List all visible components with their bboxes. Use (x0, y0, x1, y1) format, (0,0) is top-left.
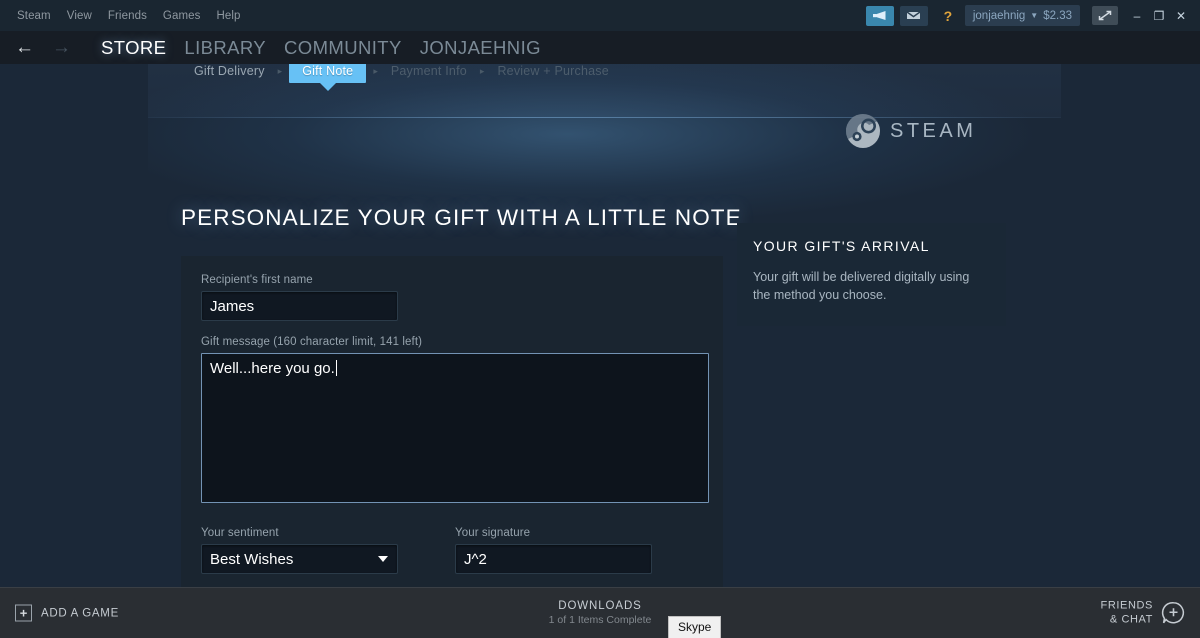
breadcrumb-step-payment-info: Payment Info (390, 64, 467, 78)
gift-message-group: Gift message (160 character limit, 141 l… (201, 336, 709, 503)
breadcrumb-separator: ▸ (277, 65, 283, 76)
menu-item-view[interactable]: View (59, 7, 100, 25)
add-a-game-button[interactable]: + ADD A GAME (15, 604, 119, 622)
title-bar: Steam View Friends Games Help ? jonjaehn… (0, 0, 1200, 31)
signature-field-group: Your signature (455, 527, 652, 574)
steam-wordmark: STEAM (890, 119, 977, 142)
add-a-game-label: ADD A GAME (41, 607, 119, 619)
breadcrumb-separator: ▸ (373, 65, 378, 76)
gift-arrival-title: YOUR GIFT'S ARRIVAL (753, 238, 930, 254)
skype-taskbar-item[interactable]: Skype (668, 616, 722, 638)
title-bar-actions: ? jonjaehnig ▼ $2.33 – ❐ ✕ (863, 0, 1200, 31)
signature-input[interactable] (455, 544, 652, 574)
fullscreen-glyph (1098, 10, 1112, 21)
nav-link-store[interactable]: STORE (101, 37, 166, 59)
friends-and-chat-button[interactable]: FRIENDS & CHAT (1101, 599, 1186, 627)
gift-message-text: Well...here you go. (210, 360, 335, 377)
breadcrumb-step-review-purchase: Review + Purchase (497, 64, 609, 78)
sentiment-field-group: Your sentiment Best Wishes (201, 527, 398, 574)
form-bottom-row: Your sentiment Best Wishes Your signatur… (201, 527, 703, 574)
account-menu[interactable]: jonjaehnig ▼ $2.33 (964, 5, 1080, 26)
friends-label-line2: & CHAT (1109, 613, 1153, 625)
status-bar: + ADD A GAME DOWNLOADS 1 of 1 Items Comp… (0, 587, 1200, 638)
gift-arrival-body: Your gift will be delivered digitally us… (753, 270, 970, 303)
account-balance: $2.33 (1043, 9, 1072, 22)
friends-and-chat-label: FRIENDS & CHAT (1101, 599, 1153, 627)
sentiment-select[interactable]: Best Wishes (201, 544, 398, 574)
breadcrumb-step-gift-delivery[interactable]: Gift Delivery (188, 64, 271, 81)
megaphone-icon[interactable] (865, 5, 894, 26)
breadcrumb: Gift Delivery ▸ Gift Note ▸ Payment Info… (148, 64, 1061, 88)
gift-note-form: Recipient's first name Gift message (160… (181, 256, 723, 587)
gift-arrival-panel: YOUR GIFT'S ARRIVAL Your gift will be de… (737, 223, 1006, 326)
sentiment-value: Best Wishes (210, 550, 294, 568)
downloads-title: DOWNLOADS (558, 600, 642, 612)
breadcrumb-separator: ▸ (479, 65, 485, 76)
nav-link-community[interactable]: COMMUNITY (284, 37, 402, 59)
close-button[interactable]: ✕ (1170, 0, 1192, 31)
chat-plus-icon (1161, 602, 1185, 624)
page-content: Gift Delivery ▸ Gift Note ▸ Payment Info… (0, 64, 1200, 587)
steam-logo-icon (846, 113, 880, 148)
envelope-glyph (906, 11, 921, 19)
plus-icon: + (15, 604, 32, 622)
minimize-button[interactable]: – (1126, 0, 1148, 31)
recipient-field-group: Recipient's first name (201, 274, 703, 321)
envelope-icon[interactable] (899, 5, 928, 26)
breadcrumb-step-gift-note[interactable]: Gift Note (289, 64, 367, 83)
downloads-detail: 1 of 1 Items Complete (548, 614, 652, 626)
signature-label: Your signature (455, 527, 531, 539)
friends-label-line1: FRIENDS (1100, 599, 1153, 612)
nav-link-profile[interactable]: JONJAEHNIG (420, 37, 541, 59)
menu-bar: Steam View Friends Games Help (0, 7, 249, 25)
forward-arrow-icon[interactable]: → (46, 38, 77, 57)
recipient-name-label: Recipient's first name (201, 274, 313, 286)
nav-link-library[interactable]: LIBRARY (184, 37, 266, 59)
chevron-down-icon (378, 556, 388, 562)
downloads-status[interactable]: DOWNLOADS 1 of 1 Items Complete (549, 600, 652, 626)
recipient-name-input[interactable] (201, 291, 398, 321)
maximize-button[interactable]: ❐ (1148, 0, 1170, 31)
back-arrow-icon[interactable]: ← (9, 38, 40, 57)
text-cursor (335, 360, 337, 376)
megaphone-glyph (873, 11, 886, 20)
navigation-bar: ← → STORE LIBRARY COMMUNITY JONJAEHNIG (0, 31, 1200, 64)
sentiment-label: Your sentiment (201, 527, 279, 539)
menu-item-friends[interactable]: Friends (100, 7, 155, 25)
fullscreen-icon[interactable] (1092, 6, 1118, 25)
page-title: PERSONALIZE YOUR GIFT WITH A LITTLE NOTE (181, 205, 742, 230)
menu-item-help[interactable]: Help (209, 7, 249, 25)
menu-item-steam[interactable]: Steam (9, 7, 59, 25)
gift-message-input[interactable]: Well...here you go. (201, 353, 709, 503)
account-name: jonjaehnig (972, 9, 1026, 22)
gift-message-label: Gift message (160 character limit, 141 l… (201, 336, 423, 348)
steam-client-window: Steam View Friends Games Help ? jonjaehn… (0, 0, 1200, 638)
help-icon[interactable]: ? (937, 6, 959, 26)
menu-item-games[interactable]: Games (155, 7, 209, 25)
steam-brand: STEAM (845, 113, 976, 149)
chevron-down-icon: ▼ (1030, 11, 1039, 20)
